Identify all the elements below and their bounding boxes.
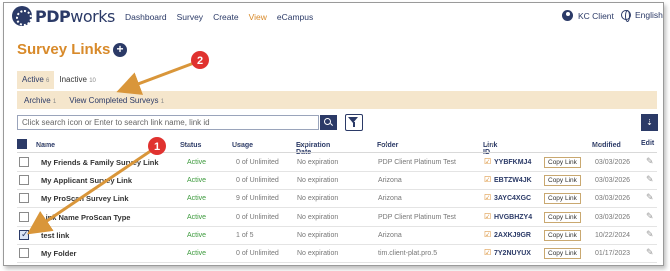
annotation-number-2: 2 [197,55,203,67]
annotation-layer: 2 1 [27,51,209,235]
annotation-arrow-2 [116,61,195,95]
app-window: PDPworks Dashboard Survey Create View eC… [3,2,664,266]
annotation-arrow-1 [27,148,153,235]
annotation-number-1: 1 [154,141,160,153]
